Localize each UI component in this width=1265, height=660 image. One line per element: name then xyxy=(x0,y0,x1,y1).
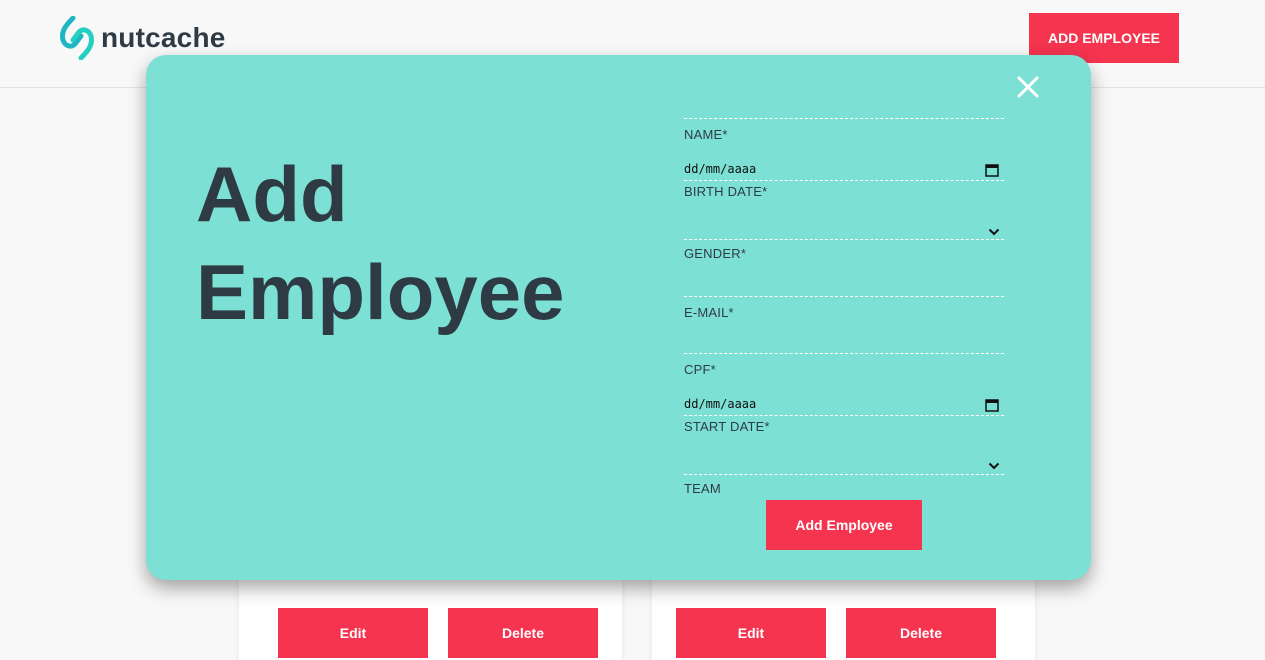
delete-button[interactable]: Delete xyxy=(448,608,598,658)
email-label: E-MAIL* xyxy=(684,305,734,320)
team-label: TEAM xyxy=(684,481,721,496)
chevron-down-icon[interactable] xyxy=(988,228,1000,236)
delete-button[interactable]: Delete xyxy=(846,608,996,658)
calendar-icon[interactable] xyxy=(985,163,999,177)
cpf-label: CPF* xyxy=(684,362,716,377)
nutcache-logo-icon xyxy=(60,16,94,60)
name-input[interactable] xyxy=(684,93,1004,119)
email-input[interactable] xyxy=(684,270,1004,296)
name-input-underline xyxy=(684,118,1004,119)
cpf-underline xyxy=(684,353,1004,354)
modal-title-line1: Add xyxy=(196,150,348,238)
start-date-underline xyxy=(684,415,1004,416)
birth-date-label: BIRTH DATE* xyxy=(684,184,768,199)
birth-date-underline xyxy=(684,180,1004,181)
gender-label: GENDER* xyxy=(684,246,747,261)
birth-date-value: dd/mm/aaaa xyxy=(684,162,757,176)
submit-add-employee-button[interactable]: Add Employee xyxy=(766,500,922,550)
start-date-label: START DATE* xyxy=(684,419,770,434)
edit-button[interactable]: Edit xyxy=(278,608,428,658)
calendar-icon[interactable] xyxy=(985,398,999,412)
modal-title-line2: Employee xyxy=(196,248,565,336)
modal-title: Add Employee xyxy=(196,145,616,341)
chevron-down-icon[interactable] xyxy=(988,462,1000,470)
gender-select[interactable] xyxy=(684,213,1004,239)
add-employee-modal: Add Employee NAME* dd/mm/aaaa BIRTH DATE… xyxy=(146,55,1091,580)
start-date-value: dd/mm/aaaa xyxy=(684,397,757,411)
email-underline xyxy=(684,296,1004,297)
team-select[interactable] xyxy=(684,448,1004,474)
brand-logo[interactable]: nutcache xyxy=(59,16,226,60)
edit-button[interactable]: Edit xyxy=(676,608,826,658)
cpf-input[interactable] xyxy=(684,327,1004,353)
name-label: NAME* xyxy=(684,127,728,142)
brand-name: nutcache xyxy=(101,22,226,53)
gender-underline xyxy=(684,239,1004,240)
close-icon[interactable] xyxy=(1016,75,1040,99)
team-underline xyxy=(684,474,1004,475)
